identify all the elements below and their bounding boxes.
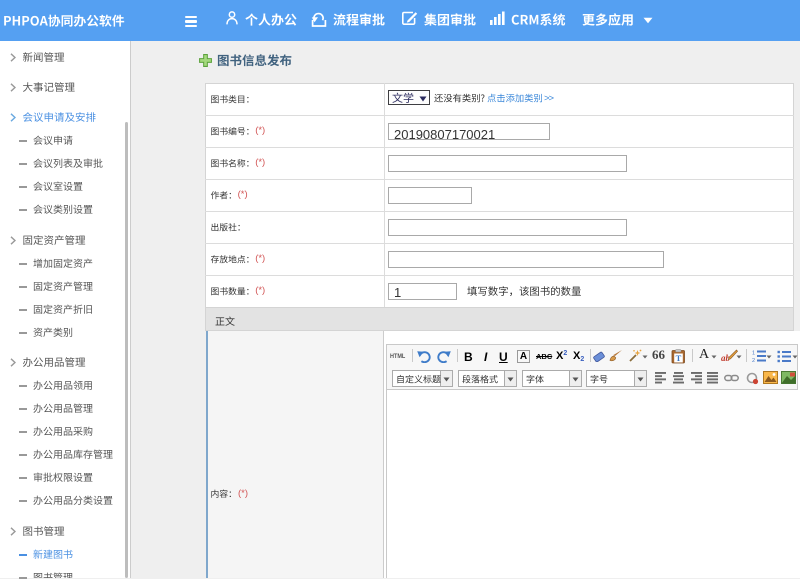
svg-text:1: 1 [752, 351, 755, 357]
svg-text:2: 2 [752, 358, 755, 363]
svg-text:T: T [676, 353, 682, 363]
